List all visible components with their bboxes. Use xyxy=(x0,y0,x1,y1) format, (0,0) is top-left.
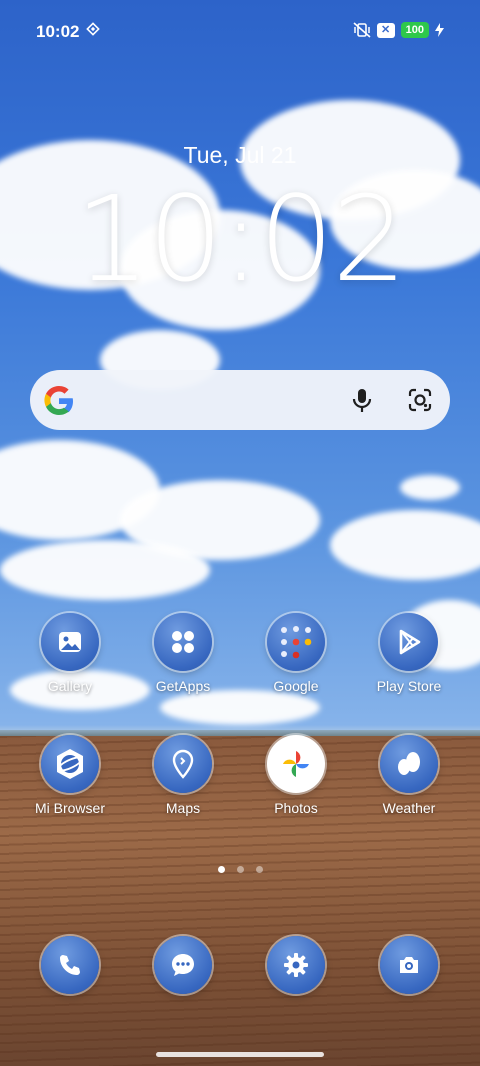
app-photos[interactable]: Photos xyxy=(241,735,351,816)
app-weather[interactable]: Weather xyxy=(354,735,464,816)
page-dot-active xyxy=(217,866,225,873)
maps-icon xyxy=(172,749,194,779)
app-maps[interactable]: Maps xyxy=(128,735,238,816)
vibrate-off-icon xyxy=(353,22,371,38)
charging-icon xyxy=(435,23,444,37)
app-label: Weather xyxy=(382,800,436,816)
app-label: Mi Browser xyxy=(34,800,105,816)
date-label: Tue, Jul 21 xyxy=(183,142,297,168)
app-gallery[interactable]: Gallery xyxy=(15,613,125,694)
dock-phone[interactable] xyxy=(15,936,125,994)
dock-camera[interactable] xyxy=(354,936,464,994)
app-label: Play Store xyxy=(376,678,442,694)
messages-icon xyxy=(172,954,194,976)
play-store-icon xyxy=(399,629,421,655)
google-g-icon xyxy=(44,386,73,415)
app-mi-browser[interactable]: Mi Browser xyxy=(15,735,125,816)
page-dot xyxy=(236,866,244,873)
close-badge-icon: ✕ xyxy=(376,22,395,38)
google-lens-icon[interactable] xyxy=(406,386,434,414)
battery-indicator: 100 xyxy=(400,22,429,38)
camera-icon xyxy=(400,957,418,973)
weather-icon xyxy=(398,752,420,775)
settings-icon xyxy=(284,953,308,977)
dock-settings[interactable] xyxy=(241,936,351,994)
page-indicator xyxy=(0,866,480,873)
app-label: Maps xyxy=(165,800,201,816)
google-folder-icon xyxy=(281,626,312,659)
app-label: Gallery xyxy=(47,678,93,694)
app-google-folder[interactable]: Google xyxy=(241,613,351,694)
status-bar: 10:02 ✕ 100 xyxy=(0,0,480,60)
gesture-nav-handle[interactable] xyxy=(156,1052,324,1057)
app-label: Photos xyxy=(274,800,318,816)
photos-icon xyxy=(283,751,309,777)
mic-icon[interactable] xyxy=(348,386,376,414)
sync-icon xyxy=(86,22,100,36)
app-label: Google xyxy=(273,678,319,694)
phone-icon xyxy=(60,955,80,975)
app-play-store[interactable]: Play Store xyxy=(354,613,464,694)
app-getapps[interactable]: GetApps xyxy=(128,613,238,694)
gallery-icon xyxy=(59,632,81,652)
clock-widget[interactable]: 10:02 xyxy=(0,170,480,308)
page-dot xyxy=(255,866,263,873)
browser-icon xyxy=(57,749,83,779)
getapps-icon xyxy=(172,631,194,653)
dock-messages[interactable] xyxy=(128,936,238,994)
google-search-bar[interactable] xyxy=(30,370,450,430)
app-label: GetApps xyxy=(155,678,211,694)
status-time: 10:02 xyxy=(36,22,80,41)
